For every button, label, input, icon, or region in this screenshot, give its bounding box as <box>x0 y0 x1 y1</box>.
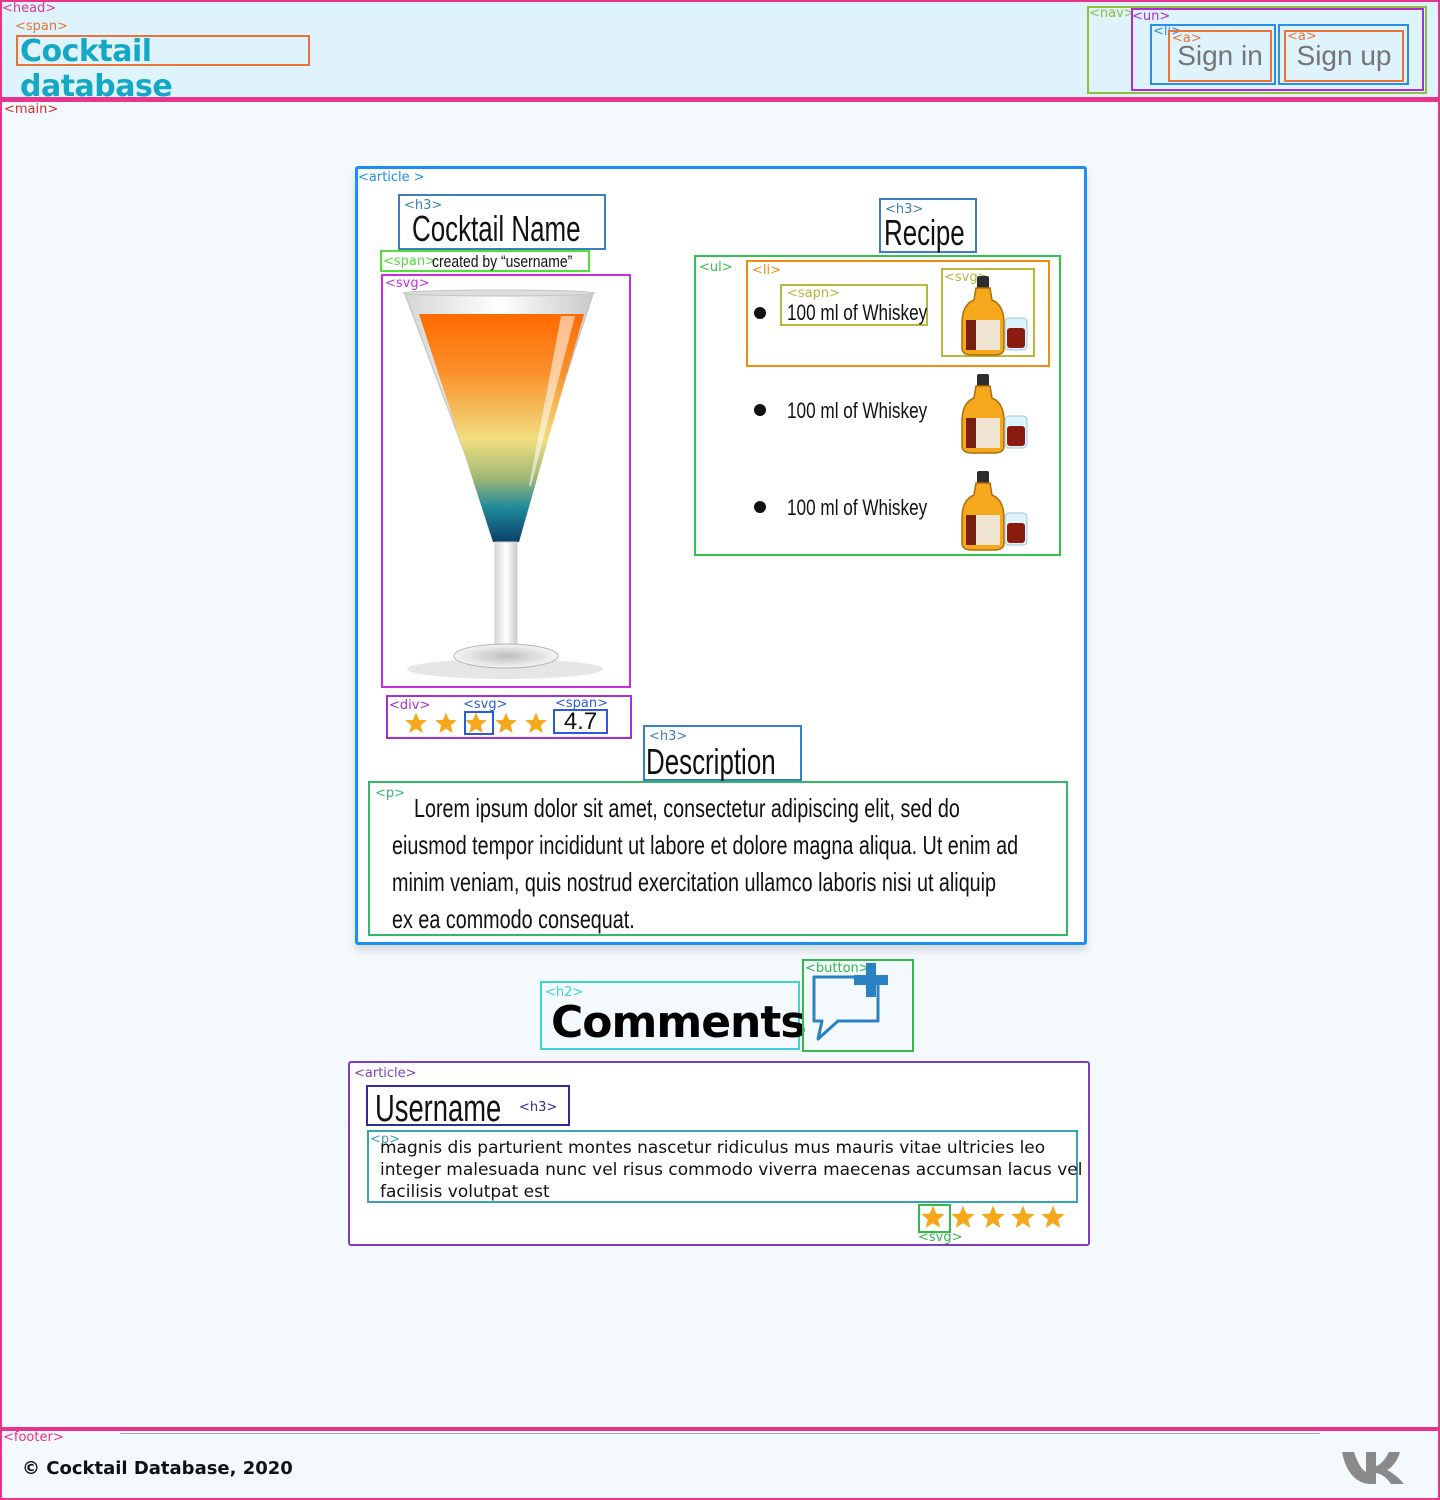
vk-icon[interactable] <box>1340 1446 1406 1486</box>
comment-username: Username <box>375 1088 502 1130</box>
footer-tag-label: <footer> <box>3 1430 64 1445</box>
comments-heading: <h2> Comments <box>540 981 807 1050</box>
description-line: Lorem ipsum dolor sit amet, consectetur … <box>414 793 960 823</box>
star-icon <box>921 1205 945 1228</box>
ingredient-text: 100 ml of Whiskey <box>787 300 928 325</box>
brand-tag-label: <span> <box>15 19 69 34</box>
whiskey-bottle-icon <box>961 374 1028 454</box>
whiskey-bottle-icon <box>961 471 1028 551</box>
description-line: eiusmod tempor incididunt ut labore et d… <box>392 830 1019 860</box>
header-tag-label: <head> <box>2 1 57 16</box>
bullet-icon <box>754 404 766 416</box>
rating-value: 4.7 <box>553 709 608 734</box>
description-line: ex ea commodo consequat. <box>392 904 635 934</box>
ul-tag-label: <ul> <box>699 260 733 275</box>
description-title: Description <box>646 741 776 782</box>
comment-rating-stars <box>920 1204 1070 1232</box>
svg-tag-label: <svg> <box>918 1230 963 1245</box>
nav-list-tag-label: <un> <box>1132 9 1171 24</box>
created-by-text: created by “username” <box>432 252 573 271</box>
add-comment-icon <box>812 963 888 1041</box>
link-tag-label: <a> <box>1172 31 1202 46</box>
ingredient-text: 100 ml of Whiskey <box>787 495 928 520</box>
whiskey-bottle-icon <box>961 276 1028 356</box>
h3-tag-label: <h3> <box>519 1100 558 1115</box>
footer-copyright: © Cocktail Database, 2020 <box>22 1458 293 1479</box>
created-by-span: <span> created by “username” <box>380 250 590 272</box>
cocktail-name: Cocktail Name <box>412 208 581 249</box>
description-line: minim veniam, quis nostrud exercitation … <box>392 867 997 897</box>
comment-text: <p> magnis dis parturient montes nascetu… <box>367 1130 1082 1203</box>
description-heading: <h3> Description <box>643 725 802 782</box>
brand-title: Cocktail database <box>20 34 173 104</box>
recipe-title: Recipe <box>884 212 965 253</box>
star-icon <box>1011 1205 1035 1228</box>
comment-line: integer malesuada nunc vel risus commodo… <box>380 1160 1083 1180</box>
star-icon <box>405 712 427 733</box>
cocktail-glass-icon <box>402 289 603 679</box>
comments-title: Comments <box>551 997 807 1048</box>
add-comment-button[interactable]: <button> <box>802 959 914 1052</box>
comment-line: magnis dis parturient montes nascetur ri… <box>380 1138 1046 1158</box>
cocktail-image: <svg> <box>381 274 631 688</box>
svg-tag-label: <svg> <box>463 697 508 712</box>
bullet-icon <box>754 307 766 319</box>
footer-divider <box>120 1433 1320 1434</box>
nav-tag-label: <nav> <box>1089 6 1135 21</box>
star-icon <box>495 712 517 733</box>
star-icon <box>435 712 457 733</box>
brand-logo-link[interactable]: Cocktail database <box>16 34 310 104</box>
star-icon <box>525 712 547 733</box>
ingredient-text: 100 ml of Whiskey <box>787 398 928 423</box>
comment-username-heading: Username <h3> <box>366 1085 570 1130</box>
span-tag-label: <sapn> <box>787 286 841 301</box>
li-tag-label: <li> <box>752 263 782 278</box>
comment-line: facilisis volutpat est <box>380 1182 550 1202</box>
rating-block: <div> <svg> <span> 4.7 <box>386 695 632 739</box>
p-tag-label: <p> <box>375 786 406 801</box>
main-tag-label: <main> <box>4 102 59 117</box>
description-paragraph: <p> Lorem ipsum dolor sit amet, consecte… <box>368 781 1068 936</box>
selected-star-box <box>464 711 494 735</box>
article-tag-label: <article > <box>358 170 425 185</box>
link-tag-label: <a> <box>1287 29 1317 44</box>
star-icon <box>981 1205 1005 1228</box>
recipe-heading: <h3> Recipe <box>879 198 977 253</box>
star-icon <box>951 1205 975 1228</box>
span-tag-label: <span> <box>383 254 437 269</box>
article-tag-label: <article> <box>354 1066 417 1081</box>
star-icon <box>1041 1205 1065 1228</box>
bullet-icon <box>754 501 766 513</box>
cocktail-name-heading: <h3> Cocktail Name <box>398 194 606 250</box>
